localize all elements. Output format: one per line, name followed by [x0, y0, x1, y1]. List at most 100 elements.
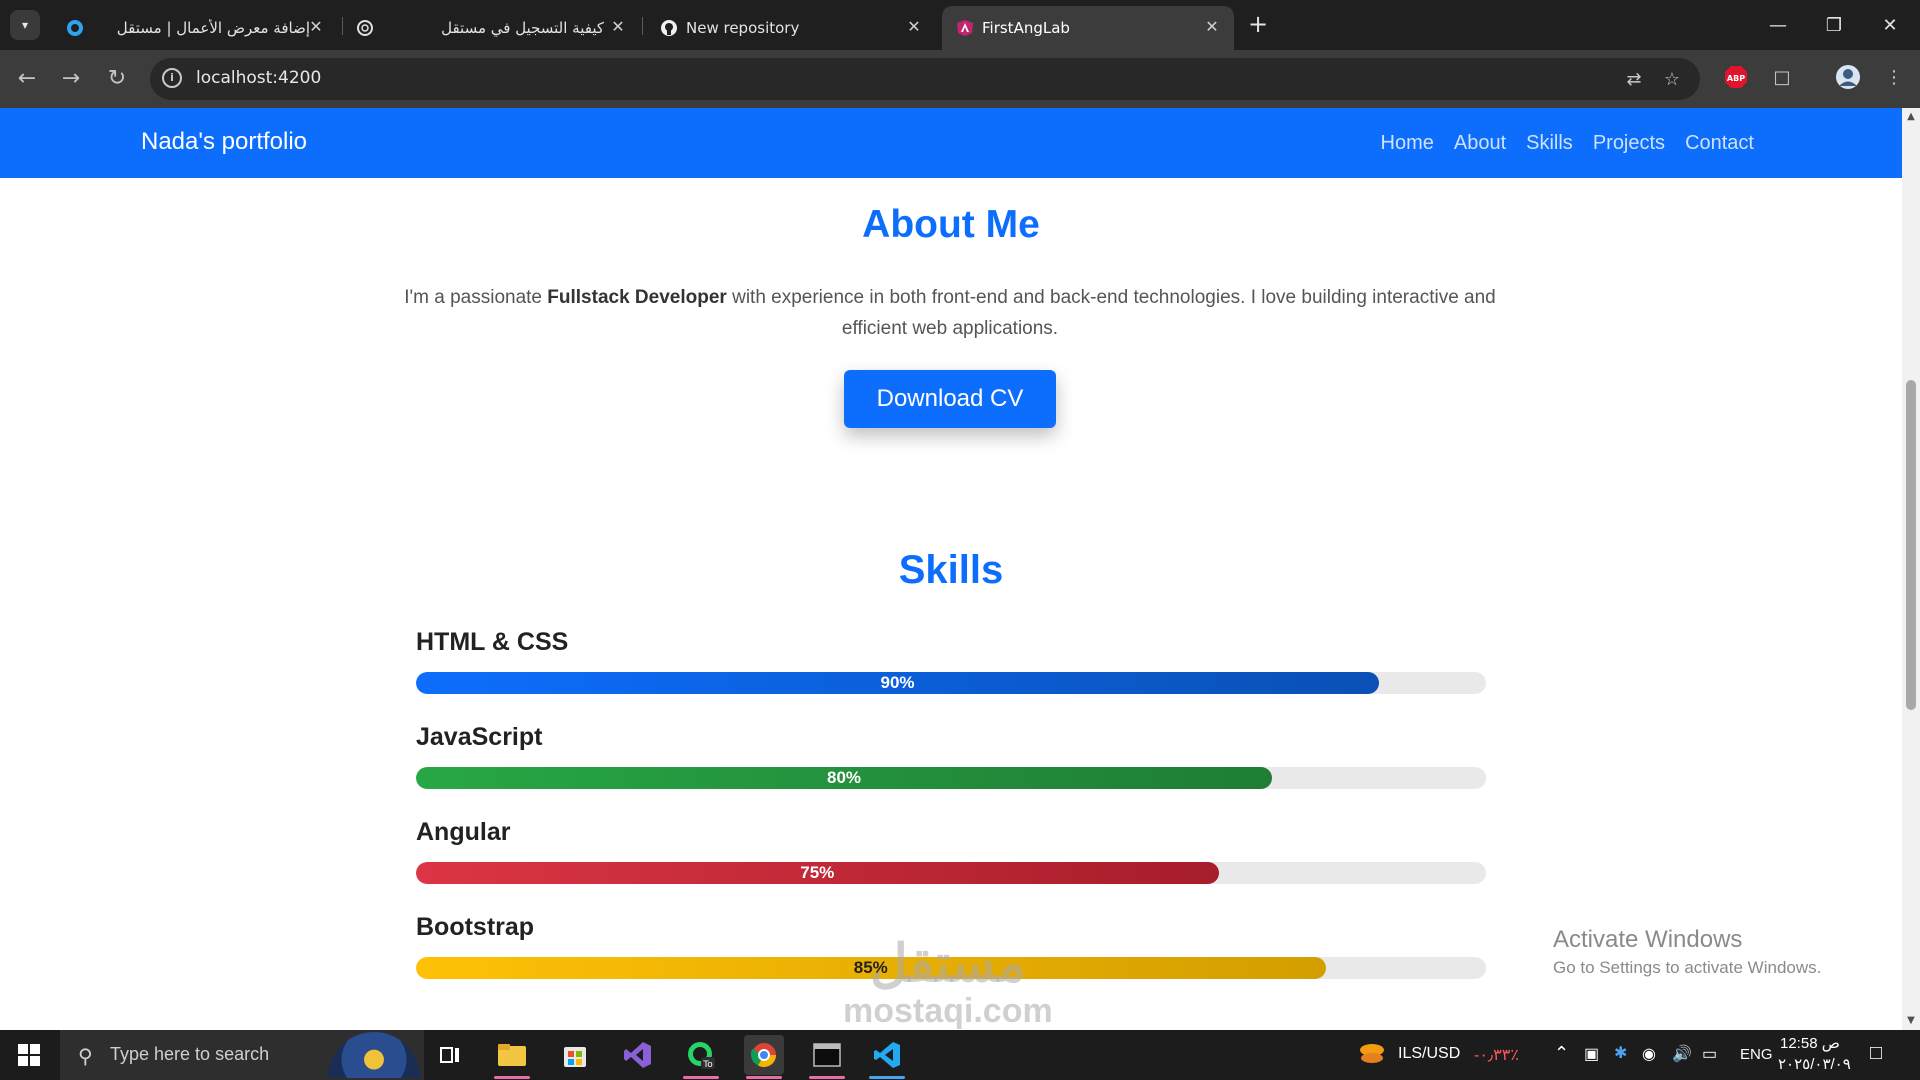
progress-fill: 80% — [416, 767, 1272, 789]
url-text[interactable]: localhost:4200 — [196, 68, 321, 88]
site-brand[interactable]: Nada's portfolio — [141, 128, 307, 156]
back-button[interactable]: ← — [12, 64, 42, 94]
site-navbar: Nada's portfolio Home About Skills Proje… — [0, 108, 1902, 178]
network-device-icon[interactable]: ▣ — [1584, 1044, 1599, 1064]
skill-javascript: JavaScript 80% — [416, 723, 1486, 789]
extensions-puzzle-icon[interactable]: □ — [1768, 64, 1796, 92]
profile-avatar-icon[interactable] — [1834, 64, 1862, 92]
restore-button[interactable]: ❐ — [1804, 0, 1864, 50]
close-icon[interactable]: ✕ — [608, 17, 628, 37]
currency-pair[interactable]: ILS/USD — [1398, 1045, 1460, 1063]
forward-button[interactable]: → — [56, 64, 86, 94]
page-scrollbar[interactable]: ▲ ▼ — [1902, 108, 1920, 1030]
nav-projects[interactable]: Projects — [1593, 132, 1665, 155]
ethernet-icon[interactable]: ▭ — [1702, 1044, 1717, 1064]
task-view-icon[interactable] — [430, 1035, 470, 1075]
terminal-icon[interactable] — [807, 1035, 847, 1079]
watermark-url: mostaqi.com — [843, 992, 1053, 1030]
scroll-up-arrow-icon[interactable]: ▲ — [1902, 108, 1920, 126]
currency-change[interactable]: -٠٫٣٣٪ — [1474, 1045, 1519, 1065]
close-icon[interactable]: ✕ — [306, 17, 326, 37]
progress-fill: 90% — [416, 672, 1379, 694]
about-text-end: with experience in both front-end and ba… — [726, 287, 1496, 339]
progress-track: 75% — [416, 862, 1486, 884]
search-placeholder[interactable]: Type here to search — [110, 1044, 269, 1065]
file-explorer-icon[interactable] — [492, 1035, 532, 1079]
tab-title: كيفية التسجيل في مستقل — [441, 19, 604, 37]
github-favicon-icon — [661, 20, 677, 36]
adblock-extension-icon[interactable]: ABP — [1722, 64, 1750, 92]
tab-title: New repository — [686, 19, 800, 37]
whatsapp-icon[interactable]: To — [681, 1035, 721, 1079]
windows-start-icon[interactable] — [18, 1044, 40, 1066]
tab-mostaqel-register[interactable]: كيفية التسجيل في مستقل ✕ — [344, 6, 640, 50]
close-window-button[interactable]: ✕ — [1860, 0, 1920, 50]
tab-title: إضافة معرض الأعمال | مستقل — [116, 19, 310, 37]
weather-widget-icon[interactable] — [1352, 1035, 1392, 1075]
about-text-start: I'm a passionate — [404, 287, 548, 308]
search-highlight-image — [328, 1032, 420, 1078]
skill-html-css: HTML & CSS 90% — [416, 628, 1486, 694]
reload-button[interactable]: ↻ — [102, 64, 132, 94]
svg-text:ABP: ABP — [1727, 74, 1745, 83]
browser-menu-icon[interactable]: ⋮ — [1880, 64, 1908, 92]
watermark-arabic: مستقل — [870, 935, 1026, 993]
about-paragraph: I'm a passionate Fullstack Developer wit… — [370, 282, 1530, 344]
angular-favicon-icon — [957, 20, 973, 36]
volume-icon[interactable]: 🔊 — [1672, 1044, 1692, 1064]
browser-toolbar: ← → ↻ i localhost:4200 ⇄ ☆ — [0, 50, 1920, 108]
scrollbar-thumb[interactable] — [1906, 380, 1916, 710]
close-icon[interactable]: ✕ — [1202, 17, 1222, 37]
bluetooth-icon[interactable]: ✱ — [1614, 1043, 1627, 1063]
clock-date[interactable]: ٢٠٢٥/٠٣/٠٩ — [1778, 1055, 1851, 1073]
activate-windows-notice: Activate Windows Go to Settings to activ… — [1553, 926, 1821, 978]
chrome-icon[interactable] — [744, 1035, 784, 1079]
tab-separator — [342, 17, 343, 35]
minimize-button[interactable]: — — [1748, 0, 1808, 50]
activate-windows-title: Activate Windows — [1553, 926, 1743, 953]
site-info-icon[interactable]: i — [162, 68, 182, 88]
skill-name: JavaScript — [416, 723, 543, 751]
browser-tab-strip: ▾ إضافة معرض الأعمال | مستقل ✕ كيفية الت… — [0, 0, 1920, 50]
new-tab-button[interactable]: + — [1245, 12, 1271, 38]
about-text-bold: Fullstack Developer — [547, 287, 727, 308]
progress-track: 80% — [416, 767, 1486, 789]
chatgpt-favicon-icon — [357, 20, 373, 36]
skill-name: HTML & CSS — [416, 628, 569, 656]
nav-home[interactable]: Home — [1381, 132, 1434, 155]
download-cv-button[interactable]: Download CV — [844, 370, 1056, 428]
nav-about[interactable]: About — [1454, 132, 1506, 155]
skill-angular: Angular 75% — [416, 818, 1486, 884]
about-heading: About Me — [862, 203, 1040, 246]
nav-links: Home About Skills Projects Contact — [1381, 132, 1754, 155]
meet-now-icon[interactable]: ◉ — [1642, 1044, 1656, 1064]
address-bar[interactable]: i localhost:4200 ⇄ ☆ — [150, 58, 1700, 100]
close-icon[interactable]: ✕ — [904, 17, 924, 37]
nav-skills[interactable]: Skills — [1526, 132, 1573, 155]
clock-time[interactable]: 12:58 ص — [1780, 1034, 1840, 1052]
svg-text:To: To — [702, 1060, 713, 1070]
translate-icon[interactable]: ⇄ — [1622, 68, 1646, 92]
tab-mostaqel-portfolio[interactable]: إضافة معرض الأعمال | مستقل ✕ — [52, 6, 338, 50]
show-hidden-icons-icon[interactable]: ⌃ — [1554, 1043, 1569, 1064]
language-indicator[interactable]: ENG — [1740, 1046, 1773, 1063]
bookmark-star-icon[interactable]: ☆ — [1660, 68, 1684, 92]
microsoft-store-icon[interactable] — [555, 1035, 595, 1075]
progress-track: 90% — [416, 672, 1486, 694]
scroll-down-arrow-icon[interactable]: ▼ — [1902, 1012, 1920, 1030]
visual-studio-icon[interactable] — [618, 1035, 658, 1075]
vscode-icon[interactable] — [867, 1035, 907, 1079]
search-icon: ⚲ — [78, 1044, 93, 1068]
skill-name: Angular — [416, 818, 511, 846]
nav-contact[interactable]: Contact — [1685, 132, 1754, 155]
activate-windows-subtitle: Go to Settings to activate Windows. — [1553, 958, 1822, 977]
taskbar-search-box[interactable]: ⚲ Type here to search — [60, 1030, 424, 1080]
notification-center-icon[interactable]: □ — [1870, 1042, 1882, 1065]
tab-firstanglab[interactable]: FirstAngLab ✕ — [942, 6, 1234, 50]
windows-taskbar: ⚲ Type here to search To ILS/USD -٠٫٣٣٪ … — [0, 1030, 1920, 1080]
tab-search-button[interactable]: ▾ — [10, 10, 40, 40]
tab-github-new-repo[interactable]: New repository ✕ — [646, 6, 936, 50]
mostaqel-watermark: مستقل mostaqi.com — [843, 936, 1053, 1031]
tab-title: FirstAngLab — [982, 19, 1070, 37]
tab-separator — [642, 17, 643, 35]
